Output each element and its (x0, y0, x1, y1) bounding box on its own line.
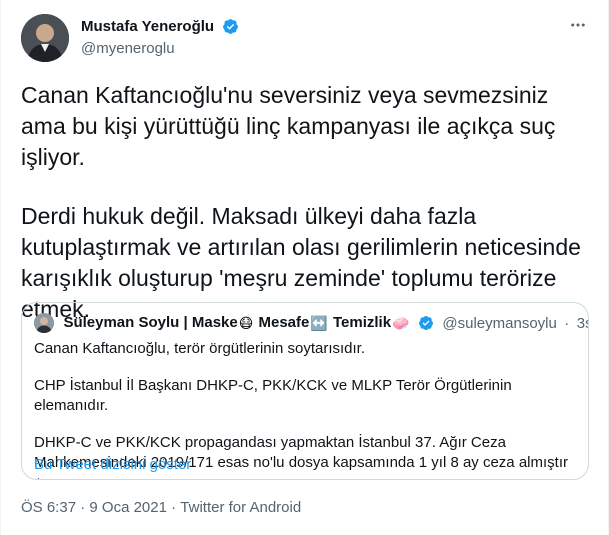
quoted-tweet[interactable]: Süleyman Soylu | Maske😷 Mesafe↔️ Temizli… (21, 302, 589, 480)
tweet-card: Mustafa Yeneroğlu @myeneroglu Canan Kaft… (0, 0, 609, 535)
tweet-text: Canan Kaftancıoğlu'nu seversiniz veya se… (21, 80, 591, 325)
author-name[interactable]: Mustafa Yeneroğlu (81, 18, 214, 35)
tweet-date[interactable]: 9 Oca 2021 (89, 499, 167, 516)
author-avatar[interactable] (21, 14, 69, 62)
quoted-tweet-header: Süleyman Soylu | Maske😷 Mesafe↔️ Temizli… (34, 313, 588, 333)
more-dots-icon (571, 23, 585, 27)
tweet-header: Mustafa Yeneroğlu @myeneroglu (21, 14, 591, 64)
avatar-image (21, 14, 69, 62)
tweet-time[interactable]: ÖS 6:37 (21, 499, 76, 516)
left-right-arrow-emoji: ↔️ (310, 314, 328, 331)
show-thread-link[interactable]: Bu Tweet dizisini göster (34, 456, 191, 473)
verified-badge-icon (222, 19, 238, 35)
quoted-paragraph: Canan Kaftancıoğlu, terör örgütlerinin s… (34, 340, 366, 357)
separator-dot: · (564, 314, 570, 332)
quoted-author-name: Süleyman Soylu | Maske😷 Mesafe↔️ Temizli… (63, 314, 410, 332)
quoted-avatar-image (34, 313, 54, 333)
quoted-name-part2: Mesafe (258, 314, 310, 332)
more-horizontal-icon[interactable] (567, 16, 589, 38)
verified-badge-icon (418, 316, 433, 330)
quoted-name-part1: Süleyman Soylu | Maske (63, 314, 238, 332)
soap-emoji: 🧼 (392, 314, 410, 331)
tweet-paragraph: Canan Kaftancıoğlu'nu seversiniz veya se… (21, 82, 556, 170)
separator-dot: · (80, 499, 86, 516)
author-handle[interactable]: @myeneroglu (81, 40, 239, 57)
quoted-author-avatar (34, 313, 54, 333)
author-info: Mustafa Yeneroğlu @myeneroglu (81, 18, 239, 57)
tweet-metadata: ÖS 6:37 · 9 Oca 2021 · Twitter for Andro… (21, 499, 301, 516)
quoted-name-part3: Temizlik (332, 314, 392, 332)
quoted-author-handle: @suleymansoylu (442, 314, 557, 332)
tweet-source[interactable]: Twitter for Android (180, 499, 301, 516)
quoted-paragraph: CHP İstanbul İl Başkanı DHKP-C, PKK/KCK … (34, 377, 512, 414)
mask-emoji: 😷 (238, 314, 254, 331)
quoted-tweet-time[interactable]: 3s (577, 315, 588, 332)
separator-dot: · (171, 499, 177, 516)
